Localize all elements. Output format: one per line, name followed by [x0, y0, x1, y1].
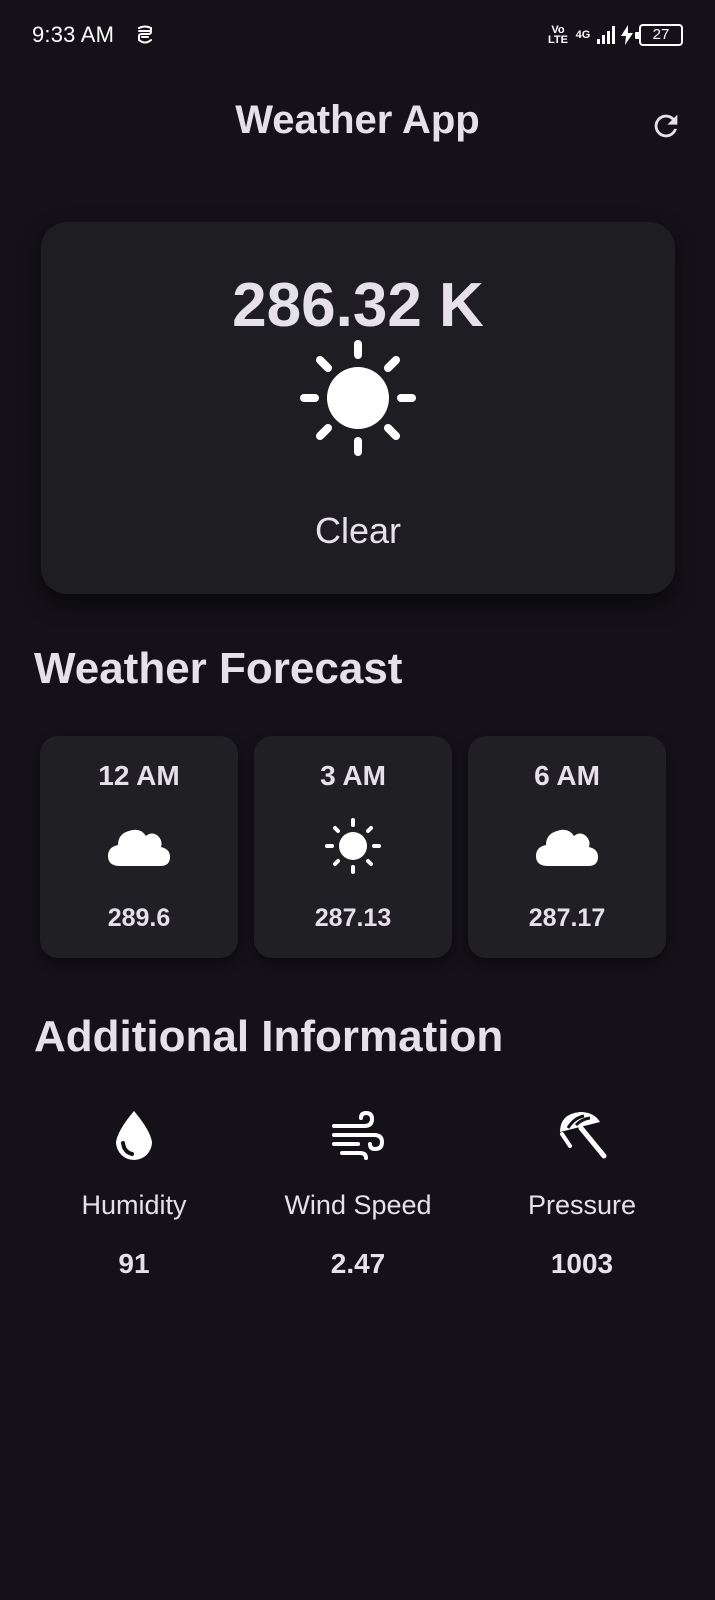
beach-umbrella-icon	[560, 1112, 607, 1159]
status-indicators: Vo LTE 4G 27	[547, 22, 683, 48]
status-bar: 9:33 AM Vo LTE 4G 27	[0, 0, 715, 72]
app-screen: 9:33 AM Vo LTE 4G 27 Weather App 286.32 …	[0, 0, 715, 1600]
forecast-card: 3 AM 287.13	[254, 736, 452, 958]
wind-icon	[332, 1110, 385, 1160]
battery-icon: 27	[635, 24, 683, 46]
current-temperature: 286.32 K	[232, 271, 484, 340]
network-type: 4G	[575, 29, 591, 41]
volte-indicator: Vo LTE	[548, 24, 568, 46]
additional-section-title: Additional Information	[34, 1012, 504, 1061]
water-drop-icon	[116, 1111, 152, 1160]
refresh-button[interactable]	[646, 106, 686, 146]
humidity-label: Humidity	[81, 1190, 187, 1220]
sun-icon	[325, 818, 381, 874]
forecast-time: 6 AM	[534, 760, 600, 791]
charging-icon	[621, 25, 633, 45]
forecast-card: 6 AM 287.17	[468, 736, 666, 958]
sun-icon	[300, 340, 416, 456]
battery-level: 27	[652, 26, 670, 43]
humidity-value: 91	[118, 1248, 150, 1279]
wind-speed-label: Wind Speed	[284, 1190, 432, 1220]
wind-speed-item: Wind Speed 2.47	[258, 1108, 458, 1288]
wind-speed-value: 2.47	[330, 1248, 386, 1279]
notification-icon	[138, 25, 152, 44]
pressure-value: 1003	[550, 1248, 614, 1279]
signal-icon	[597, 26, 615, 44]
forecast-time: 12 AM	[98, 760, 180, 791]
weather-description: Clear	[314, 510, 402, 551]
forecast-section-title: Weather Forecast	[34, 644, 403, 693]
current-weather-card: 286.32 K Clear	[41, 222, 675, 594]
cloud-icon	[108, 829, 170, 866]
cloud-icon	[536, 829, 598, 866]
forecast-temperature: 289.6	[107, 904, 171, 932]
pressure-item: Pressure 1003	[482, 1108, 682, 1288]
humidity-item: Humidity 91	[34, 1108, 234, 1288]
forecast-card: 12 AM 289.6	[40, 736, 238, 958]
forecast-list: 12 AM 289.6 3 AM 287.13 6 AM 287.17	[40, 736, 680, 960]
forecast-time: 3 AM	[320, 760, 386, 791]
pressure-label: Pressure	[527, 1190, 637, 1220]
page-title: Weather App	[235, 98, 480, 142]
status-time: 9:33 AM	[32, 22, 115, 47]
forecast-temperature: 287.13	[314, 904, 392, 932]
refresh-icon	[654, 114, 678, 138]
forecast-temperature: 287.17	[528, 904, 606, 932]
